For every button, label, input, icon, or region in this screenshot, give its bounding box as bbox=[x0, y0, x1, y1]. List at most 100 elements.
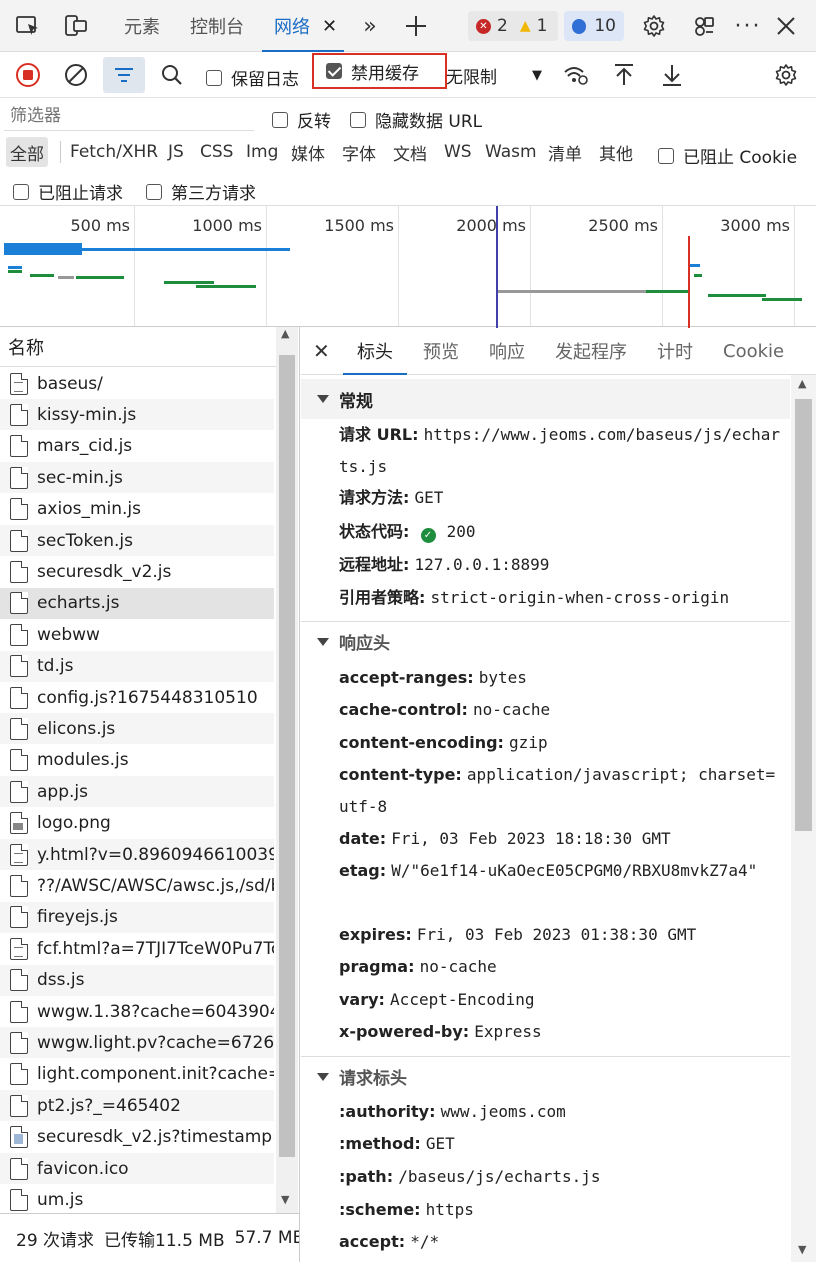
filter-type-media[interactable]: 媒体 bbox=[291, 137, 325, 167]
request-row[interactable]: mars_cid.js bbox=[0, 431, 274, 462]
record-stop-icon[interactable] bbox=[10, 57, 46, 93]
tab-elements[interactable]: 元素 bbox=[124, 0, 160, 52]
network-overview[interactable]: 500 ms 1000 ms 1500 ms 2000 ms 2500 ms 3… bbox=[0, 205, 816, 328]
scroll-up-icon[interactable]: ▲ bbox=[798, 377, 806, 390]
filter-type-font[interactable]: 字体 bbox=[342, 137, 376, 167]
request-row[interactable]: light.component.init?cache=2. bbox=[0, 1059, 274, 1090]
filter-type-all[interactable]: 全部 bbox=[6, 137, 48, 167]
request-row[interactable]: baseus/ bbox=[0, 368, 274, 399]
tab-timing[interactable]: 计时 bbox=[657, 327, 693, 375]
request-row[interactable]: secToken.js bbox=[0, 525, 274, 556]
search-icon[interactable] bbox=[154, 57, 190, 93]
preserve-log-checkbox[interactable]: 保留日志 bbox=[206, 65, 299, 90]
checkbox-box[interactable] bbox=[13, 183, 29, 200]
blocked-cookies-checkbox[interactable]: 已阻止 Cookie bbox=[658, 143, 797, 168]
blocked-requests-checkbox[interactable]: 已阻止请求 bbox=[13, 179, 123, 204]
request-row[interactable]: wwgw.light.pv?cache=672605 bbox=[0, 1027, 274, 1059]
request-row[interactable]: echarts.js bbox=[0, 587, 274, 619]
general-section-header[interactable]: 常规 bbox=[301, 379, 790, 419]
filter-type-manifest[interactable]: 清单 bbox=[548, 137, 582, 167]
checkbox-box[interactable] bbox=[350, 111, 366, 128]
import-har-icon[interactable] bbox=[606, 57, 642, 93]
network-settings-icon[interactable] bbox=[768, 57, 804, 93]
more-options-icon[interactable]: ··· bbox=[730, 8, 766, 44]
tab-console[interactable]: 控制台 bbox=[190, 0, 244, 52]
filter-type-doc[interactable]: 文档 bbox=[393, 137, 427, 167]
request-row[interactable]: fcf.html?a=7TJI7TceW0Pu7Tce. bbox=[0, 933, 274, 964]
tab-initiator[interactable]: 发起程序 bbox=[555, 327, 627, 375]
request-row[interactable]: axios_min.js bbox=[0, 494, 274, 525]
filter-type-other[interactable]: 其他 bbox=[599, 137, 633, 167]
tab-preview[interactable]: 预览 bbox=[423, 327, 459, 375]
close-details-icon[interactable]: ✕ bbox=[313, 327, 330, 375]
issues-badge[interactable]: ✕ 2 ▲ 1 bbox=[468, 11, 558, 41]
request-name: axios_min.js bbox=[37, 499, 142, 520]
header-key: 请求 URL: bbox=[339, 425, 419, 444]
request-row[interactable]: app.js bbox=[0, 776, 274, 808]
inspect-element-icon[interactable] bbox=[10, 8, 46, 44]
detail-tab-label: 发起程序 bbox=[555, 342, 627, 363]
name-column-header[interactable]: 名称 bbox=[0, 327, 276, 367]
third-party-checkbox[interactable]: 第三方请求 bbox=[146, 179, 256, 204]
more-tabs-icon[interactable]: » bbox=[352, 8, 388, 44]
checkbox-box[interactable] bbox=[658, 147, 674, 164]
filter-type-ws[interactable]: WS bbox=[444, 137, 472, 167]
request-row[interactable]: um.js bbox=[0, 1184, 274, 1215]
details-scrollbar[interactable]: ▲ ▼ bbox=[791, 375, 816, 1262]
filter-type-fetch-xhr[interactable]: Fetch/XHR bbox=[70, 137, 158, 167]
checkbox-box[interactable] bbox=[146, 183, 162, 200]
filter-type-css[interactable]: CSS bbox=[200, 137, 233, 167]
response-headers-section-header[interactable]: 响应头 bbox=[301, 621, 790, 661]
filter-toggle-icon[interactable] bbox=[103, 57, 145, 93]
messages-badge[interactable]: 10 bbox=[564, 11, 624, 41]
checkbox-box[interactable] bbox=[206, 69, 222, 86]
filter-type-wasm[interactable]: Wasm bbox=[485, 137, 537, 167]
request-row[interactable]: td.js bbox=[0, 650, 274, 682]
checkbox-box[interactable] bbox=[272, 111, 288, 128]
settings-gear-icon[interactable] bbox=[636, 8, 672, 44]
clear-icon[interactable] bbox=[58, 57, 94, 93]
request-row[interactable]: sec-min.js bbox=[0, 462, 274, 494]
scroll-down-icon[interactable]: ▼ bbox=[798, 1243, 806, 1256]
export-har-icon[interactable] bbox=[654, 57, 690, 93]
request-row[interactable]: webww bbox=[0, 619, 274, 650]
tab-network[interactable]: 网络 ✕ bbox=[262, 0, 344, 52]
filter-input[interactable] bbox=[4, 101, 254, 131]
request-row[interactable]: pt2.js?_=465402 bbox=[0, 1090, 274, 1122]
scrollbar-thumb[interactable] bbox=[795, 399, 812, 831]
scroll-down-icon[interactable]: ▼ bbox=[281, 1193, 289, 1206]
throttling-select[interactable]: 无限制 ▼ bbox=[446, 59, 546, 91]
close-devtools-icon[interactable] bbox=[768, 8, 804, 44]
request-row[interactable]: elicons.js bbox=[0, 713, 274, 745]
request-row[interactable]: logo.png bbox=[0, 808, 274, 839]
request-row[interactable]: favicon.ico bbox=[0, 1153, 274, 1184]
request-row[interactable]: dss.js bbox=[0, 964, 274, 996]
scroll-up-icon[interactable]: ▲ bbox=[281, 327, 289, 340]
request-row[interactable]: y.html?v=0.896094661003968 bbox=[0, 839, 274, 870]
filter-type-img[interactable]: Img bbox=[246, 137, 278, 167]
request-row[interactable]: securesdk_v2.js bbox=[0, 556, 274, 587]
tab-cookies[interactable]: Cookie bbox=[723, 327, 784, 375]
scrollbar-thumb[interactable] bbox=[279, 355, 295, 1157]
request-row[interactable]: modules.js bbox=[0, 745, 274, 776]
request-row[interactable]: config.js?1675448310510 bbox=[0, 682, 274, 713]
request-list-scrollbar[interactable]: ▲ ▼ bbox=[276, 327, 298, 1213]
invert-checkbox[interactable]: 反转 bbox=[272, 107, 331, 132]
request-row[interactable]: securesdk_v2.js?timestamp=1. bbox=[0, 1122, 274, 1153]
network-conditions-icon[interactable] bbox=[558, 57, 594, 93]
add-tab-icon[interactable] bbox=[398, 8, 434, 44]
close-tab-icon[interactable]: ✕ bbox=[322, 16, 337, 37]
customize-icon[interactable] bbox=[686, 8, 722, 44]
checkbox-box[interactable] bbox=[326, 63, 342, 79]
request-row[interactable]: kissy-min.js bbox=[0, 399, 274, 431]
request-row[interactable]: fireyejs.js bbox=[0, 901, 274, 933]
request-row[interactable]: ??/AWSC/AWSC/awsc.js,/sd/ba bbox=[0, 870, 274, 901]
device-emulation-icon[interactable] bbox=[58, 8, 94, 44]
filter-type-js[interactable]: JS bbox=[168, 137, 184, 167]
hide-data-urls-checkbox[interactable]: 隐藏数据 URL bbox=[350, 107, 482, 132]
tab-headers[interactable]: 标头 bbox=[343, 327, 407, 375]
request-row[interactable]: wwgw.1.38?cache=6043904&. bbox=[0, 996, 274, 1027]
request-headers-section-header[interactable]: 请求标头 bbox=[301, 1056, 790, 1096]
disable-cache-checkbox[interactable]: 禁用缓存 bbox=[312, 53, 447, 89]
tab-response[interactable]: 响应 bbox=[489, 327, 525, 375]
